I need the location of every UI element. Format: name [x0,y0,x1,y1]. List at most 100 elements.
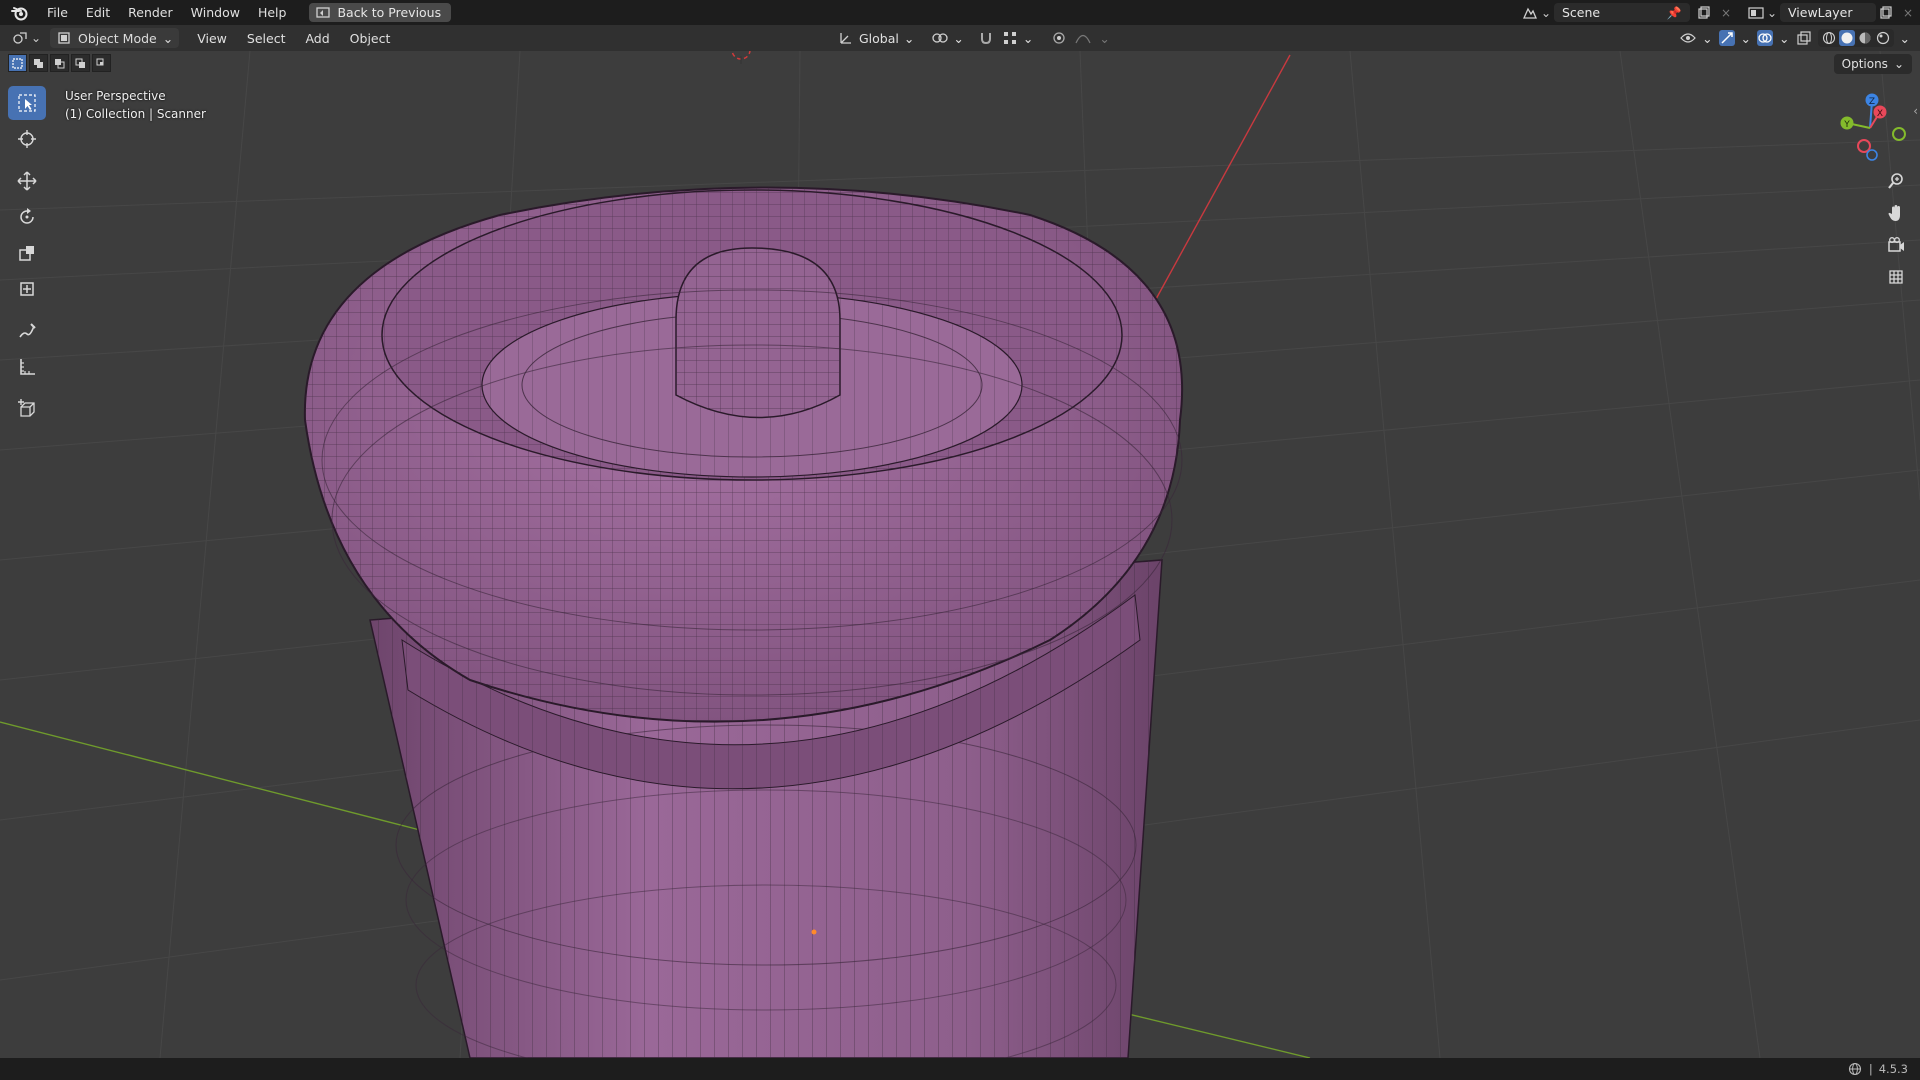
pan-hand-icon[interactable] [1882,200,1910,226]
mesh-object-scanner[interactable] [303,186,1184,1059]
snap-grid-icon [1002,30,1018,46]
snap-target-dropdown[interactable]: ⌄ [1002,30,1033,46]
transform-tools: Global ⌄ ⌄ ⌄ ⌄ [838,28,1110,48]
view-layer-icon[interactable] [1748,5,1764,21]
pivot-point-dropdown[interactable]: ⌄ [932,30,964,46]
menu-render[interactable]: Render [119,0,182,25]
chevron-down-icon: ⌄ [953,30,964,46]
add-cube-tool[interactable] [8,392,46,426]
chevron-down-icon: ⌄ [1899,30,1910,46]
back-to-previous-button[interactable]: Back to Previous [309,3,452,22]
close-icon[interactable]: × [1718,5,1734,21]
annotate-tool[interactable] [8,314,46,348]
scene-name: Scene [1562,5,1601,20]
zoom-icon[interactable] [1882,168,1910,194]
visibility-eye-icon[interactable] [1680,30,1696,46]
scale-tool[interactable] [8,236,46,270]
orthographic-grid-icon[interactable] [1882,264,1910,290]
overlays-toggle-icon[interactable] [1757,30,1774,46]
menu-help[interactable]: Help [249,0,296,25]
blender-logo-icon[interactable] [8,1,32,25]
version-label: 4.5.3 [1878,1062,1908,1076]
object-mode-dropdown[interactable]: Object Mode ⌄ [50,28,180,48]
solid-shading-icon[interactable] [1838,30,1855,46]
menu-add[interactable]: Add [295,31,339,46]
transform-orientation-dropdown[interactable]: Global ⌄ [838,30,914,46]
viewport-3d[interactable] [0,51,1920,1058]
orientation-axes-icon [838,30,854,46]
viewport-right-tools: ⌄ ⌄ ⌄ ⌄ [1680,28,1910,48]
xray-toggle-icon[interactable] [1796,30,1812,46]
chevron-down-icon: ⌄ [1702,30,1713,46]
material-shading-icon[interactable] [1857,30,1873,46]
close-icon[interactable]: × [1900,5,1916,21]
select-extend-icon[interactable] [29,54,48,72]
select-box-tool[interactable] [8,86,46,120]
select-intersect-icon[interactable] [92,54,111,72]
view-layer-field[interactable]: ViewLayer [1780,3,1876,22]
select-new-icon[interactable] [8,54,27,72]
svg-text:Z: Z [1869,97,1875,107]
move-tool[interactable] [8,164,46,198]
pivot-icon [932,30,949,46]
chevron-down-icon: ⌄ [1022,30,1034,46]
measure-tool[interactable] [8,350,46,384]
new-scene-icon[interactable] [1696,5,1712,21]
x-axis-line [1149,54,1291,311]
options-label: Options [1841,57,1888,71]
rotate-tool[interactable] [8,200,46,234]
camera-view-icon[interactable] [1882,232,1910,258]
transform-tool[interactable] [8,272,46,306]
chevron-down-icon: ⌄ [1766,5,1778,20]
top-right-group: ⌄ Scene 📌 × ⌄ ViewLayer × [1522,0,1920,25]
proportional-edit-icon[interactable] [1051,30,1067,46]
menu-select[interactable]: Select [237,31,296,46]
scene-selector-icon[interactable] [1522,5,1538,21]
select-invert-icon[interactable] [71,54,90,72]
left-toolbar [8,86,46,428]
scene-name-field[interactable]: Scene 📌 [1554,3,1690,22]
gizmo-toggle-icon[interactable] [1718,30,1735,46]
rendered-shading-icon[interactable] [1875,30,1891,46]
select-subtract-icon[interactable] [50,54,69,72]
3d-cursor[interactable] [731,51,751,64]
collection-label: (1) Collection | Scanner [65,107,206,121]
options-dropdown[interactable]: Options ⌄ [1833,54,1912,74]
network-globe-icon[interactable] [1847,1061,1863,1077]
chevron-down-icon: ⌄ [1740,30,1752,46]
y-axis-line [0,721,421,831]
selection-mode-buttons [8,54,111,72]
viewport-header: ⌄ Object Mode ⌄ View Select Add Object G… [0,25,1920,51]
snap-magnet-icon[interactable] [978,30,994,46]
screen-icon [315,5,331,21]
chevron-down-icon: ⌄ [30,31,42,45]
chevron-down-icon: ⌄ [903,30,915,46]
perspective-label: User Perspective [65,89,166,103]
view-layer-name: ViewLayer [1788,5,1853,20]
menu-file[interactable]: File [38,0,77,25]
chevron-down-icon: ⌄ [1099,30,1110,46]
menu-object[interactable]: Object [340,31,401,46]
menu-view[interactable]: View [187,31,237,46]
wireframe-shading-icon[interactable] [1821,30,1837,46]
menu-window[interactable]: Window [182,0,249,25]
chevron-down-icon: ⌄ [1540,5,1552,20]
svg-text:Y: Y [1843,120,1850,130]
chevron-down-icon: ⌄ [1779,30,1790,46]
menu-edit[interactable]: Edit [77,0,119,25]
cursor-tool[interactable] [8,122,46,156]
separator: | [1868,1062,1873,1076]
transform-orientation-label: Global [859,30,899,46]
object-mode-icon [56,30,72,46]
falloff-curve-icon[interactable] [1075,30,1091,46]
sidebar-toggle-icon[interactable]: ‹ [1913,104,1918,118]
version-info: | 4.5.3 [1847,1061,1908,1077]
object-mode-label: Object Mode [78,30,157,46]
status-bar: | 4.5.3 [0,1058,1920,1080]
back-to-previous-label: Back to Previous [337,5,442,20]
editor-type-icon[interactable] [12,30,28,46]
new-view-layer-icon[interactable] [1878,5,1894,21]
svg-text:X: X [1877,109,1883,119]
navigation-gizmo[interactable]: Z X Y [1830,88,1910,168]
pin-icon[interactable]: 📌 [1666,5,1682,21]
